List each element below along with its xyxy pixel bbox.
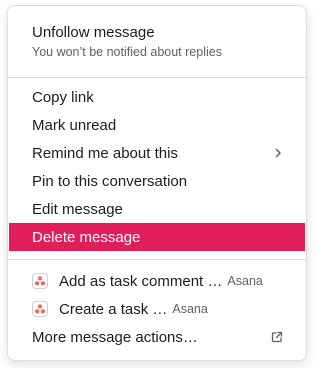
create-a-task-item[interactable]: Create a task … Asana xyxy=(8,295,306,323)
more-message-actions-item[interactable]: More message actions… xyxy=(8,323,306,351)
external-link-icon xyxy=(271,331,283,343)
chevron-right-icon xyxy=(275,148,281,158)
add-as-task-comment-label: Add as task comment … xyxy=(59,272,223,290)
asana-icon xyxy=(32,301,48,317)
edit-message-item[interactable]: Edit message xyxy=(8,195,306,223)
message-actions-menu: Unfollow message You won’t be notified a… xyxy=(7,5,307,361)
mark-unread-item[interactable]: Mark unread xyxy=(8,111,306,139)
delete-message-label: Delete message xyxy=(32,228,141,246)
more-message-actions-label: More message actions… xyxy=(32,328,198,346)
unfollow-message-item[interactable]: Unfollow message You won’t be notified a… xyxy=(32,24,290,60)
menu-divider xyxy=(8,259,306,260)
create-a-task-label: Create a task … xyxy=(59,300,168,318)
mark-unread-label: Mark unread xyxy=(32,116,117,134)
delete-message-item[interactable]: Delete message xyxy=(9,223,305,251)
menu-divider xyxy=(8,77,306,78)
copy-link-label: Copy link xyxy=(32,88,94,106)
pin-to-conversation-label: Pin to this conversation xyxy=(32,172,188,190)
copy-link-item[interactable]: Copy link xyxy=(8,83,306,111)
asana-icon xyxy=(32,273,48,289)
edit-message-label: Edit message xyxy=(32,200,123,218)
app-name: Asana xyxy=(227,274,263,288)
add-as-task-comment-item[interactable]: Add as task comment … Asana xyxy=(8,267,306,295)
app-name: Asana xyxy=(172,302,208,316)
remind-me-item[interactable]: Remind me about this xyxy=(8,139,306,167)
remind-me-label: Remind me about this xyxy=(32,144,178,162)
unfollow-message-description: You won’t be notified about replies xyxy=(32,45,222,59)
pin-to-conversation-item[interactable]: Pin to this conversation xyxy=(8,167,306,195)
unfollow-message-label: Unfollow message xyxy=(32,24,155,41)
